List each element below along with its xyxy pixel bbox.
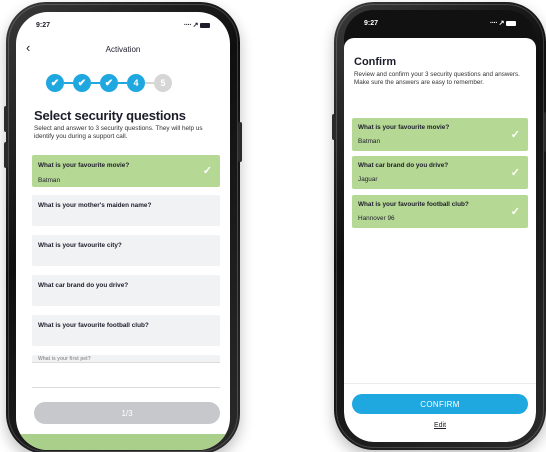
status-icons: ···· ↗ xyxy=(490,19,516,27)
status-time: 9:27 xyxy=(36,21,51,29)
step-4: 4 xyxy=(127,74,145,92)
question-option[interactable]: What is your favourite city? xyxy=(32,235,220,266)
step-connector xyxy=(64,82,73,84)
page-title: Select security questions xyxy=(34,108,186,123)
power-button xyxy=(238,122,242,162)
battery-icon xyxy=(200,22,210,28)
divider xyxy=(32,387,220,388)
status-bar: 9:27 ···· ↗ xyxy=(16,12,230,38)
page-subtitle: Select and answer to 3 security question… xyxy=(34,125,203,140)
step-connector xyxy=(91,82,100,84)
question-text: What is your favourite movie? xyxy=(358,124,450,131)
battery-icon xyxy=(506,20,516,26)
divider xyxy=(344,383,536,384)
confirm-sheet: Confirm Review and confirm your 3 securi… xyxy=(344,38,536,442)
question-option-selected[interactable]: What is your favourite movie? Batman ✓ xyxy=(32,155,220,187)
checkmark-icon: ✓ xyxy=(202,165,212,177)
sheet-subtitle: Review and confirm your 3 security quest… xyxy=(354,71,520,86)
volume-button xyxy=(4,142,8,168)
checkmark-icon: ✓ xyxy=(510,206,520,218)
question-text: What is your favourite football club? xyxy=(38,322,149,329)
confirmed-question: What car brand do you drive? Jaguar ✓ xyxy=(352,156,528,189)
bottom-highlight xyxy=(16,434,230,450)
question-text: What car brand do you drive? xyxy=(38,282,129,289)
question-answer: Batman xyxy=(38,177,61,184)
checkmark-icon: ✓ xyxy=(510,167,520,179)
phone-activation: 9:27 ···· ↗ ‹ Activation ✔ ✔ ✔ 4 5 Selec… xyxy=(4,2,242,452)
confirm-screen: 9:27 ···· ↗ Confirm Review and confirm y… xyxy=(344,10,536,442)
step-5: 5 xyxy=(154,74,172,92)
question-answer: Hannover 96 xyxy=(358,215,395,222)
nav-title: Activation xyxy=(105,44,141,54)
question-option[interactable]: What is your favourite football club? xyxy=(32,315,220,346)
question-answer: Jaguar xyxy=(358,176,378,183)
step-connector xyxy=(145,82,154,84)
phone-confirm: 9:27 ···· ↗ Confirm Review and confirm y… xyxy=(332,2,546,450)
volume-button xyxy=(4,106,8,132)
step-3-checkmark-icon: ✔ xyxy=(100,74,118,92)
step-connector xyxy=(118,82,127,84)
question-option[interactable]: What is your mother's maiden name? xyxy=(32,195,220,226)
confirm-button[interactable]: CONFIRM xyxy=(352,394,528,414)
pager-button[interactable]: 1/3 xyxy=(34,402,220,424)
question-text: What is your favourite city? xyxy=(38,242,122,249)
divider xyxy=(32,362,220,363)
question-text: What car brand do you drive? xyxy=(358,162,449,169)
volume-button xyxy=(332,114,336,140)
question-text: What is your favourite movie? xyxy=(38,162,130,169)
step-indicator: ✔ ✔ ✔ 4 5 xyxy=(46,74,172,92)
status-icons: ···· ↗ xyxy=(184,21,210,29)
confirmed-question: What is your favourite football club? Ha… xyxy=(352,195,528,228)
chevron-left-icon[interactable]: ‹ xyxy=(26,41,30,55)
sheet-title: Confirm xyxy=(354,56,397,68)
signal-icon: ···· ↗ xyxy=(183,22,199,29)
nav-bar: ‹ Activation xyxy=(16,40,230,58)
checkmark-icon: ✓ xyxy=(510,129,520,141)
step-2-checkmark-icon: ✔ xyxy=(73,74,91,92)
status-time: 9:27 xyxy=(364,19,379,27)
question-text: What is your mother's maiden name? xyxy=(38,202,152,209)
confirmed-question: What is your favourite movie? Batman ✓ xyxy=(352,118,528,151)
activation-screen: 9:27 ···· ↗ ‹ Activation ✔ ✔ ✔ 4 5 Selec… xyxy=(16,12,230,450)
step-1-checkmark-icon: ✔ xyxy=(46,74,64,92)
question-text: What is your favourite football club? xyxy=(358,201,469,208)
status-bar: 9:27 ···· ↗ xyxy=(344,10,536,36)
signal-icon: ···· ↗ xyxy=(489,20,505,27)
edit-link[interactable]: Edit xyxy=(344,422,536,429)
question-answer: Batman xyxy=(358,138,381,145)
question-option[interactable]: What car brand do you drive? xyxy=(32,275,220,306)
